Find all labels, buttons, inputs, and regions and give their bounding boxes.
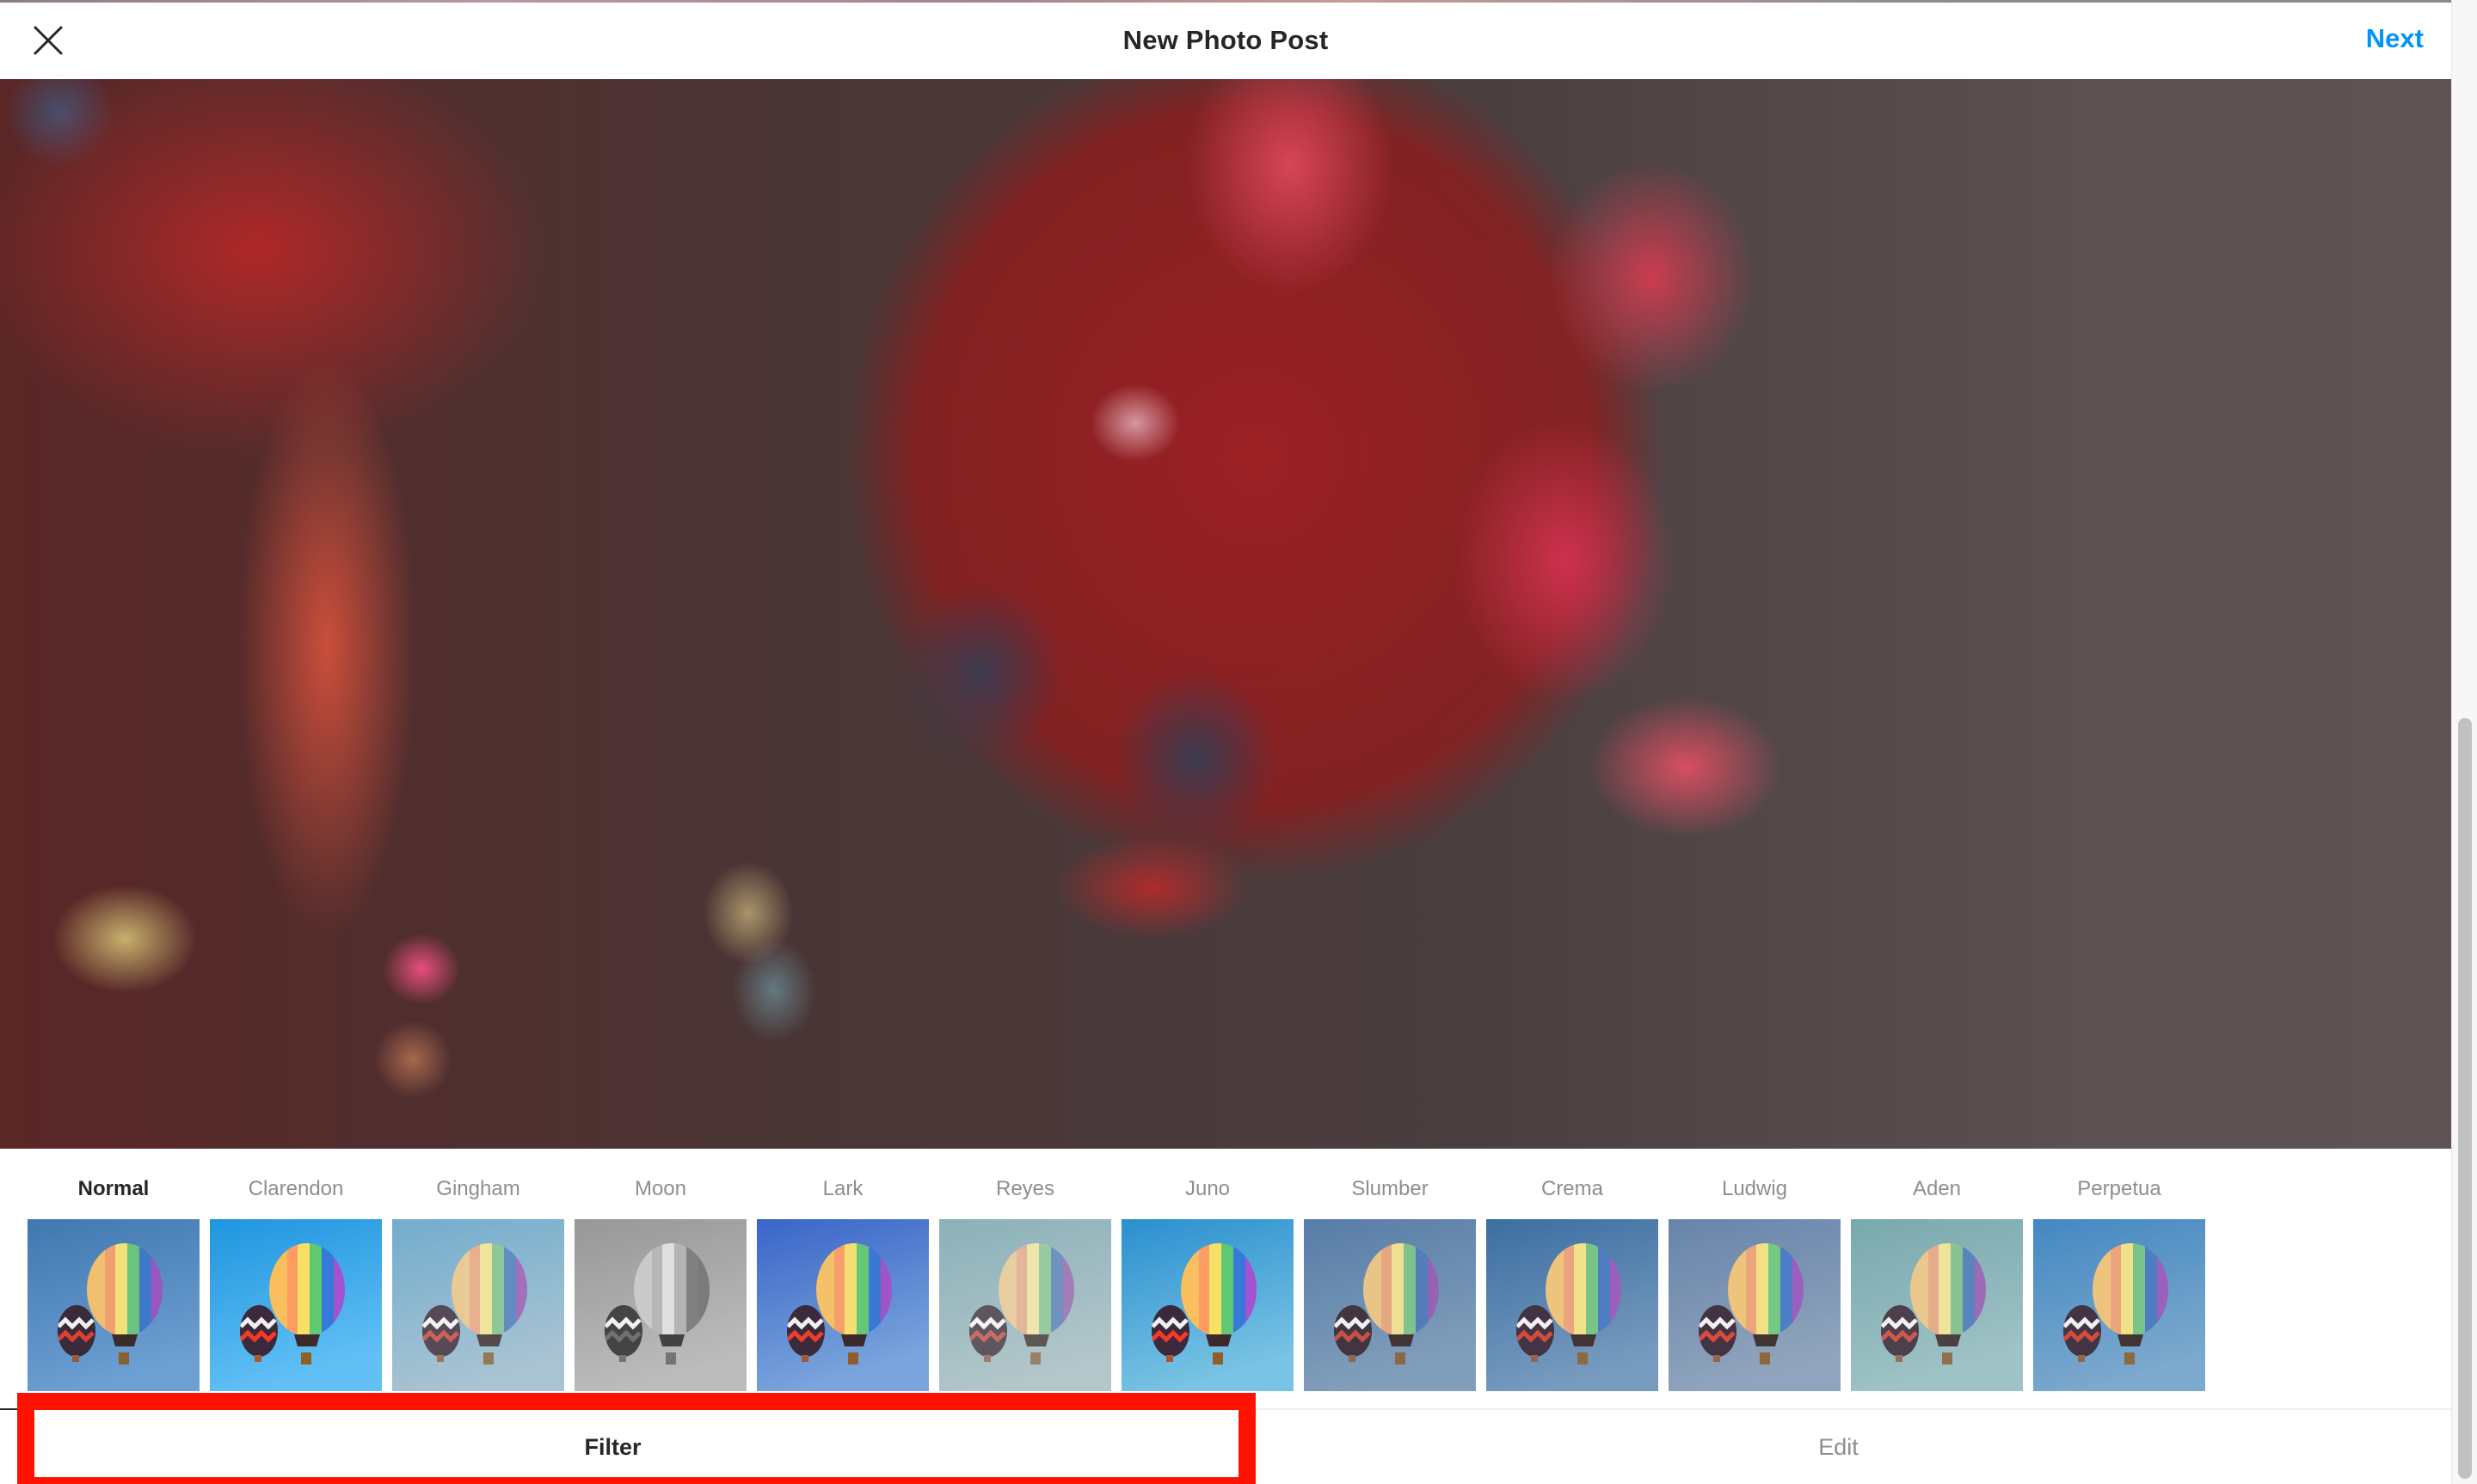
filter-thumbnail [392,1219,564,1391]
tab-filter-label: Filter [584,1433,642,1460]
filter-thumbnail [575,1219,747,1391]
hot-air-balloon-image [1304,1219,1476,1391]
tab-filter[interactable]: Filter [0,1408,1226,1484]
hot-air-balloon-image [2033,1219,2205,1391]
filter-label: Clarendon [248,1177,344,1200]
filter-thumbnail [28,1219,200,1391]
hot-air-balloon-image [1851,1219,2023,1391]
filter-item-reyes[interactable]: Reyes [939,1169,1111,1391]
filter-thumbnail [1486,1219,1658,1391]
filter-thumbnail [757,1219,929,1391]
filter-item-moon[interactable]: Moon [575,1169,747,1391]
page-title: New Photo Post [1122,25,1329,55]
hot-air-balloon-image [757,1219,929,1391]
filter-thumbnail [1669,1219,1841,1391]
tab-edit-label: Edit [1818,1433,1859,1460]
filter-thumbnail [1122,1219,1294,1391]
filter-thumbnail [2033,1219,2205,1391]
next-button[interactable]: Next [2366,23,2424,54]
filter-thumbnail [1304,1219,1476,1391]
filter-label: Reyes [995,1177,1055,1200]
hot-air-balloon-image [28,1219,200,1391]
filter-label: Juno [1184,1177,1231,1200]
filter-label: Lark [822,1177,864,1200]
hot-air-balloon-image [575,1219,747,1391]
tab-edit[interactable]: Edit [1226,1410,2451,1484]
scrollbar-thumb[interactable] [2458,718,2472,1479]
filter-thumbnail [1851,1219,2023,1391]
filter-item-clarendon[interactable]: Clarendon [210,1169,382,1391]
filter-strip: Normal Clarendon Gingham Moon Lark Reyes Juno S… [28,1169,2205,1391]
hot-air-balloon-image [1486,1219,1658,1391]
hot-air-balloon-image [210,1219,382,1391]
hot-air-balloon-image [1122,1219,1294,1391]
filter-item-perpetua[interactable]: Perpetua [2033,1169,2205,1391]
filter-item-slumber[interactable]: Slumber [1304,1169,1476,1391]
filter-item-gingham[interactable]: Gingham [392,1169,564,1391]
filter-label: Gingham [436,1177,520,1200]
close-button[interactable] [31,23,65,58]
filter-item-aden[interactable]: Aden [1851,1169,2023,1391]
filter-item-lark[interactable]: Lark [757,1169,929,1391]
filter-thumbnail [939,1219,1111,1391]
photo-preview [0,79,2451,1149]
filter-item-normal[interactable]: Normal [28,1169,200,1391]
filter-item-juno[interactable]: Juno [1122,1169,1294,1391]
filter-label: Ludwig [1721,1177,1788,1200]
filter-label: Crema [1540,1177,1603,1200]
filter-label: Perpetua [2077,1177,2161,1200]
hot-air-balloon-image [392,1219,564,1391]
hot-air-balloon-image [939,1219,1111,1391]
filter-label: Moon [634,1177,687,1200]
close-icon [34,26,63,55]
filter-label: Normal [77,1177,150,1200]
filter-thumbnail [210,1219,382,1391]
filter-item-ludwig[interactable]: Ludwig [1669,1169,1841,1391]
filter-label: Aden [1912,1177,1962,1200]
filter-item-crema[interactable]: Crema [1486,1169,1658,1391]
header: New Photo Post Next [0,3,2451,78]
hot-air-balloon-image [1669,1219,1841,1391]
filter-label: Slumber [1351,1177,1429,1200]
